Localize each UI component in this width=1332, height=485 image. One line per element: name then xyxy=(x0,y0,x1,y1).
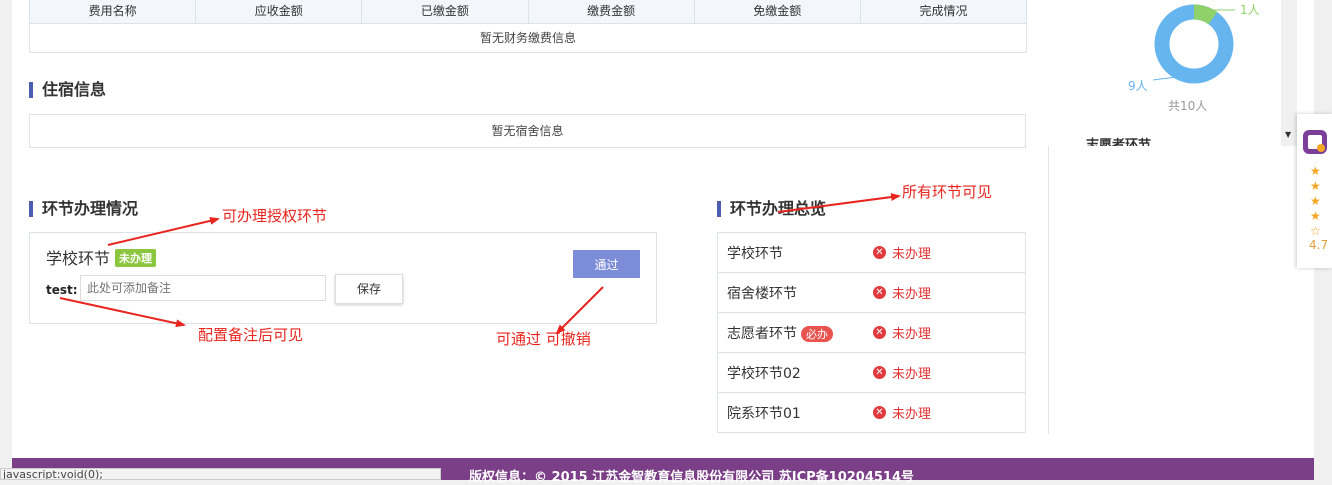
footer-copyright: 版权信息：© 2015 江苏金智教育信息股份有限公司 苏ICP备10204514… xyxy=(469,470,915,485)
annotation-note-visible: 配置备注后可见 xyxy=(198,326,304,344)
annotation-arrows xyxy=(59,193,901,335)
arrow-to-overview xyxy=(777,193,901,213)
browser-status-bar: javascript:void(0); xyxy=(0,468,441,480)
arrow-to-note xyxy=(59,297,186,328)
annotation-all-visible: 所有环节可见 xyxy=(902,183,993,201)
arrow-to-step xyxy=(107,216,220,246)
annotation-pass-revoke: 可通过 可撤销 xyxy=(496,330,591,348)
arrow-to-pass xyxy=(555,286,604,335)
annotation-authorized-step: 可办理授权环节 xyxy=(222,207,328,225)
